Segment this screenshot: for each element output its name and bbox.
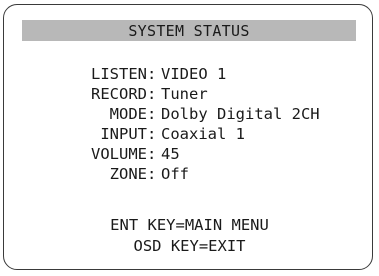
listen-label: LISTEN [91, 65, 147, 83]
status-row-input: INPUT: Coaxial 1 [0, 124, 379, 144]
status-row-volume: VOLUME:45 [0, 144, 379, 164]
input-value: Coaxial 1 [161, 125, 245, 143]
status-row-zone: ZONE: Off [0, 164, 379, 184]
zone-label: ZONE [109, 165, 147, 183]
zone-value: Off [161, 165, 189, 183]
status-list: LISTEN: VIDEO 1 RECORD: Tuner MODE: Dolby D… [0, 64, 379, 184]
osd-key-hint: OSD KEY=EXIT [133, 237, 246, 255]
volume-value: 45 [161, 145, 180, 163]
screen-title: SYSTEM STATUS [128, 21, 250, 40]
record-label: RECORD [91, 85, 147, 103]
status-row-record: RECORD: Tuner [0, 84, 379, 104]
record-value: Tuner [161, 85, 208, 103]
mode-value: Dolby Digital 2CH [161, 105, 320, 123]
volume-label: VOLUME [91, 145, 147, 163]
mode-label: MODE [109, 105, 147, 123]
input-label: INPUT [100, 125, 147, 143]
status-row-mode: MODE: Dolby Digital 2CH [0, 104, 379, 124]
status-row-listen: LISTEN: VIDEO 1 [0, 64, 379, 84]
key-hints: ENT KEY=MAIN MENU OSD KEY=EXIT [0, 215, 379, 257]
ent-key-hint: ENT KEY=MAIN MENU [110, 216, 269, 234]
title-bar: SYSTEM STATUS [22, 20, 356, 41]
listen-value: VIDEO 1 [161, 65, 227, 83]
